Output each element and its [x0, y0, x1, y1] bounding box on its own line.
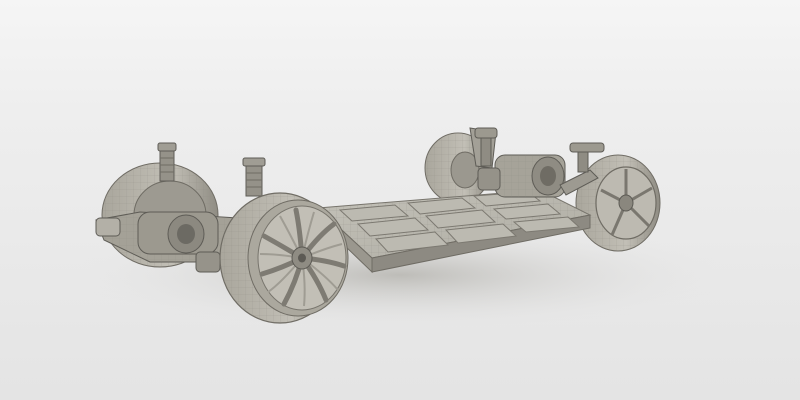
- front-right-wheel: [219, 192, 349, 324]
- chassis-render: [0, 0, 800, 400]
- shock-absorber-front-right: [242, 157, 266, 197]
- rear-right-wheel: [575, 154, 661, 252]
- shock-absorber-front-left: [157, 142, 177, 182]
- render-stage: [0, 0, 800, 400]
